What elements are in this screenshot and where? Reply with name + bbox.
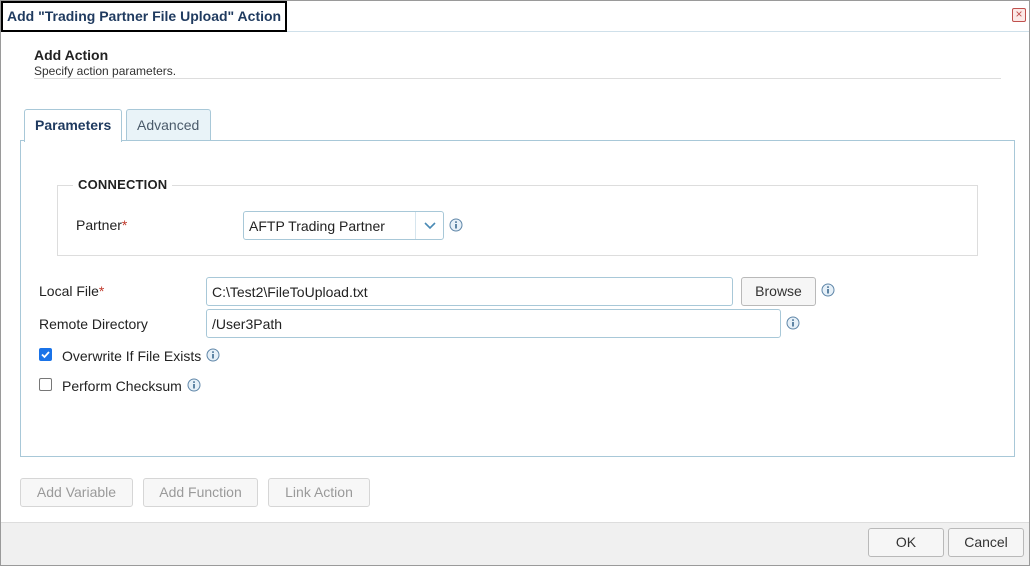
local-file-label: Local File* — [39, 283, 104, 299]
chevron-down-icon[interactable] — [415, 212, 443, 239]
remote-directory-label: Remote Directory — [39, 316, 148, 332]
overwrite-checkbox[interactable] — [39, 348, 52, 361]
connection-legend: CONNECTION — [73, 177, 173, 192]
checksum-label: Perform Checksum — [62, 378, 182, 394]
info-icon[interactable] — [187, 378, 201, 392]
browse-button[interactable]: Browse — [741, 277, 816, 306]
ok-button[interactable]: OK — [868, 528, 944, 557]
info-icon[interactable] — [821, 283, 835, 297]
tab-advanced[interactable]: Advanced — [126, 109, 211, 141]
header-divider — [34, 78, 1001, 79]
add-variable-button[interactable]: Add Variable — [20, 478, 133, 507]
info-icon[interactable] — [786, 316, 800, 330]
required-marker: * — [121, 217, 128, 233]
link-action-button[interactable]: Link Action — [268, 478, 370, 507]
dialog-titlebar: Add "Trading Partner File Upload" Action… — [1, 1, 1029, 32]
close-icon[interactable]: × — [1012, 8, 1026, 22]
header-title: Add Action — [34, 47, 109, 63]
connection-fieldset — [57, 185, 978, 256]
add-function-button[interactable]: Add Function — [143, 478, 258, 507]
local-file-label-text: Local File — [39, 283, 99, 299]
dialog-title: Add "Trading Partner File Upload" Action — [1, 1, 288, 32]
partner-label-text: Partner — [76, 217, 122, 233]
action-dialog: Add "Trading Partner File Upload" Action… — [0, 0, 1030, 566]
partner-select[interactable]: AFTP Trading Partner — [243, 211, 444, 240]
partner-label: Partner* — [76, 217, 127, 233]
remote-directory-input[interactable] — [206, 309, 781, 338]
cancel-button[interactable]: Cancel — [948, 528, 1024, 557]
checksum-checkbox[interactable] — [39, 378, 52, 391]
partner-select-value: AFTP Trading Partner — [249, 218, 385, 234]
overwrite-label: Overwrite If File Exists — [62, 348, 202, 364]
info-icon[interactable] — [206, 348, 220, 362]
dialog-footer: OK Cancel — [1, 522, 1029, 565]
header-subtitle: Specify action parameters. — [34, 64, 177, 78]
required-marker: * — [98, 283, 105, 299]
dialog-header: Add Action Specify action parameters. — [34, 47, 1000, 78]
info-icon[interactable] — [449, 218, 463, 232]
local-file-input[interactable] — [206, 277, 733, 306]
tab-parameters[interactable]: Parameters — [24, 109, 122, 142]
